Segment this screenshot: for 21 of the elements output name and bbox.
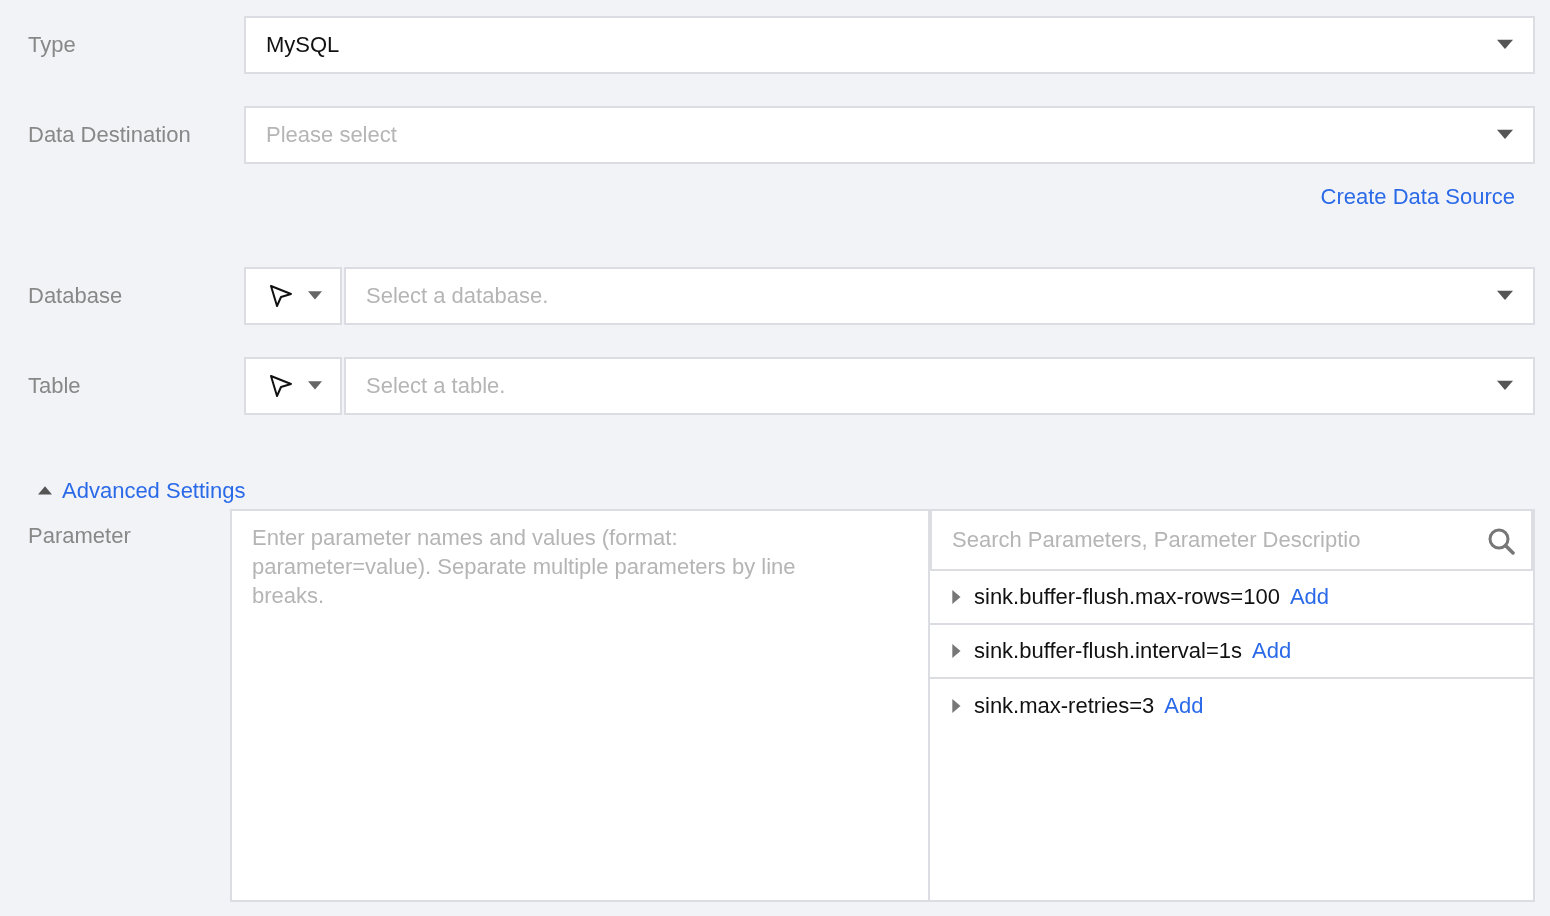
field-label: Type <box>27 32 77 58</box>
cursor-arrow-icon <box>268 283 294 309</box>
parameter-name: sink.max-retries=3 <box>974 693 1155 719</box>
create-link[interactable]: Create Data Source <box>1320 184 1515 210</box>
field-label: Data Destination <box>27 122 192 148</box>
search-field[interactable]: Search Parameters, Parameter Descriptio <box>930 511 1533 571</box>
add-link[interactable]: Add <box>1289 584 1330 610</box>
parameter-textarea[interactable]: Enter parameter names and values (format: parameter=value). Separate multiple parameters by line breaks. <box>230 509 930 902</box>
field-label: Database <box>27 283 124 309</box>
add-link[interactable]: Add <box>1164 693 1204 719</box>
advanced-settings-toggle[interactable]: Advanced Settings <box>0 473 1535 509</box>
search-icon <box>1487 527 1515 555</box>
mode-dropdown[interactable] <box>244 267 342 325</box>
select-field[interactable]: MySQL <box>244 16 1535 74</box>
parameter-name: sink.buffer-flush.max-rows=100 <box>974 584 1280 610</box>
cursor-arrow-icon <box>268 373 294 399</box>
mode-dropdown[interactable] <box>244 357 342 415</box>
parameter-name: sink.buffer-flush.interval=1s <box>974 638 1242 664</box>
add-link[interactable]: Add <box>1252 638 1292 664</box>
field-label: Parameter <box>27 522 132 550</box>
field-label: Table <box>27 373 82 399</box>
